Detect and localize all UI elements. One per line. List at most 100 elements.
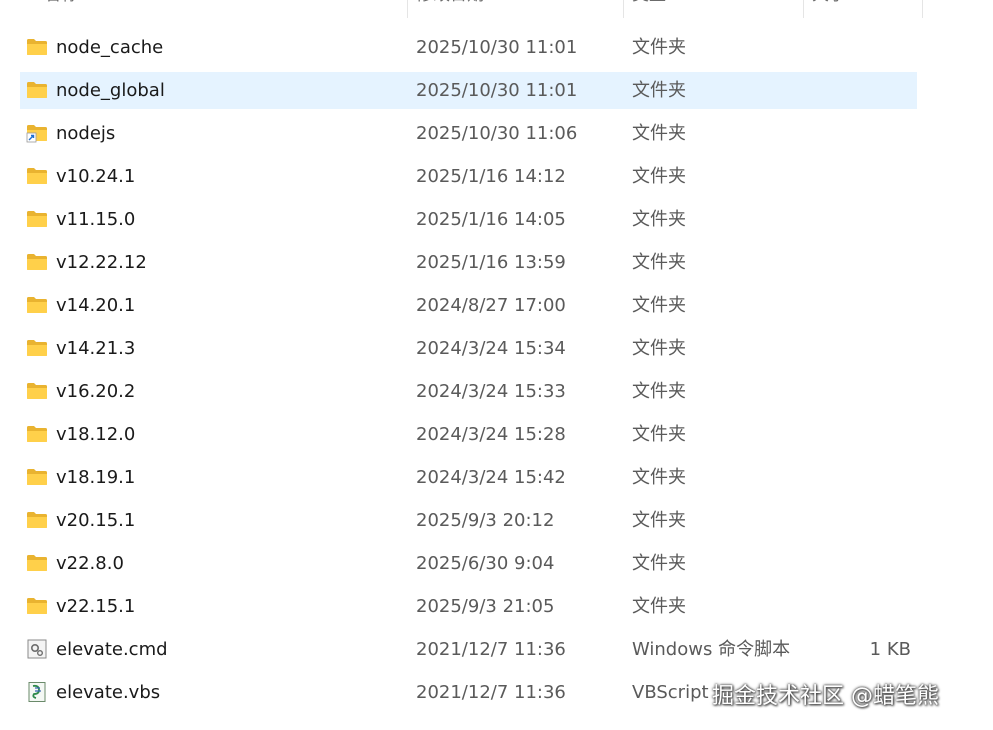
- file-type: 文件夹: [632, 338, 686, 359]
- file-name: elevate.vbs: [56, 682, 161, 703]
- file-size: [820, 284, 911, 327]
- file-size: [820, 155, 911, 198]
- file-modified-date: 2021/12/7 11:36: [416, 639, 566, 660]
- folder-icon: [26, 295, 48, 315]
- file-type: 文件夹: [632, 381, 686, 402]
- file-explorer-view: 名称 修改日期 类型 大小 node_cache 2025/10/30 11:01…: [0, 0, 993, 730]
- file-row[interactable]: v12.22.12 2025/1/16 13:59 文件夹: [0, 241, 993, 284]
- file-size: [820, 585, 911, 628]
- file-type: 文件夹: [632, 295, 686, 316]
- file-row[interactable]: v10.24.1 2025/1/16 14:12 文件夹: [0, 155, 993, 198]
- file-modified-date: 2025/1/16 13:59: [416, 252, 566, 273]
- column-divider[interactable]: [623, 0, 624, 18]
- file-row[interactable]: v20.15.1 2025/9/3 20:12 文件夹: [0, 499, 993, 542]
- file-name: v12.22.12: [56, 252, 147, 273]
- file-type: 文件夹: [632, 80, 686, 101]
- file-type: 文件夹: [632, 123, 686, 144]
- file-modified-date: 2024/3/24 15:33: [416, 381, 566, 402]
- file-name: v11.15.0: [56, 209, 136, 230]
- folder-icon: [26, 338, 48, 358]
- file-size: [820, 499, 911, 542]
- file-size: [820, 456, 911, 499]
- file-name: v18.19.1: [56, 467, 136, 488]
- file-size: 1 KB: [869, 639, 911, 660]
- file-row[interactable]: elevate.cmd 2021/12/7 11:36 Windows 命令脚本 1 …: [0, 628, 993, 671]
- file-row[interactable]: v18.12.0 2024/3/24 15:28 文件夹: [0, 413, 993, 456]
- file-name: elevate.cmd: [56, 639, 168, 660]
- file-type: VBScript: [632, 682, 709, 703]
- file-size: [820, 69, 911, 112]
- file-row[interactable]: v11.15.0 2025/1/16 14:05 文件夹: [0, 198, 993, 241]
- file-name: nodejs: [56, 123, 116, 144]
- file-list: node_cache 2025/10/30 11:01 文件夹 node_global…: [0, 26, 993, 714]
- column-header-type[interactable]: 类型: [632, 0, 666, 18]
- folder-icon: [26, 424, 48, 444]
- file-name: v22.15.1: [56, 596, 136, 617]
- file-type: 文件夹: [632, 553, 686, 574]
- watermark: 掘金技术社区 @蜡笔熊: [712, 684, 939, 709]
- file-name: v16.20.2: [56, 381, 136, 402]
- file-type: 文件夹: [632, 37, 686, 58]
- file-type: 文件夹: [632, 467, 686, 488]
- folder-icon: [26, 166, 48, 186]
- file-row[interactable]: v14.20.1 2024/8/27 17:00 文件夹: [0, 284, 993, 327]
- file-modified-date: 2025/6/30 9:04: [416, 553, 555, 574]
- folder-icon: [26, 596, 48, 616]
- file-row[interactable]: v22.8.0 2025/6/30 9:04 文件夹: [0, 542, 993, 585]
- file-size: [820, 370, 911, 413]
- file-row[interactable]: v14.21.3 2024/3/24 15:34 文件夹: [0, 327, 993, 370]
- column-header-name[interactable]: 名称: [44, 0, 78, 18]
- file-size: [820, 26, 911, 69]
- column-header-bar: 名称 修改日期 类型 大小: [0, 0, 993, 18]
- file-type: 文件夹: [632, 424, 686, 445]
- file-size: [820, 327, 911, 370]
- file-row[interactable]: node_global 2025/10/30 11:01 文件夹: [0, 69, 993, 112]
- file-modified-date: 2025/1/16 14:05: [416, 209, 566, 230]
- file-name: node_cache: [56, 37, 164, 58]
- file-size: [820, 112, 911, 155]
- file-modified-date: 2024/3/24 15:34: [416, 338, 566, 359]
- file-row[interactable]: node_cache 2025/10/30 11:01 文件夹: [0, 26, 993, 69]
- file-type: 文件夹: [632, 252, 686, 273]
- column-header-date[interactable]: 修改日期: [416, 0, 484, 18]
- file-type: Windows 命令脚本: [632, 639, 791, 660]
- column-divider[interactable]: [803, 0, 804, 18]
- file-modified-date: 2021/12/7 11:36: [416, 682, 566, 703]
- file-modified-date: 2025/9/3 20:12: [416, 510, 555, 531]
- file-row[interactable]: nodejs 2025/10/30 11:06 文件夹: [0, 112, 993, 155]
- folder-icon: [26, 37, 48, 57]
- file-modified-date: 2025/10/30 11:01: [416, 37, 578, 58]
- file-row[interactable]: v22.15.1 2025/9/3 21:05 文件夹: [0, 585, 993, 628]
- file-name: v10.24.1: [56, 166, 136, 187]
- folder-icon: [26, 510, 48, 530]
- file-modified-date: 2025/1/16 14:12: [416, 166, 566, 187]
- column-divider[interactable]: [922, 0, 923, 18]
- folder-icon: [26, 252, 48, 272]
- file-size: [820, 542, 911, 585]
- column-header-size[interactable]: 大小: [812, 0, 846, 18]
- folder-icon: [26, 467, 48, 487]
- file-name: v22.8.0: [56, 553, 124, 574]
- file-type: 文件夹: [632, 510, 686, 531]
- file-type: 文件夹: [632, 166, 686, 187]
- cmd-file-icon: [26, 639, 48, 659]
- shortcut-folder-icon: [26, 123, 48, 143]
- file-modified-date: 2025/10/30 11:01: [416, 80, 578, 101]
- file-modified-date: 2025/9/3 21:05: [416, 596, 555, 617]
- file-modified-date: 2025/10/30 11:06: [416, 123, 578, 144]
- file-name: v14.21.3: [56, 338, 136, 359]
- file-modified-date: 2024/8/27 17:00: [416, 295, 566, 316]
- vbs-file-icon: [26, 682, 48, 702]
- file-type: 文件夹: [632, 596, 686, 617]
- file-row[interactable]: v18.19.1 2024/3/24 15:42 文件夹: [0, 456, 993, 499]
- folder-icon: [26, 553, 48, 573]
- file-type: 文件夹: [632, 209, 686, 230]
- file-size: [820, 198, 911, 241]
- file-modified-date: 2024/3/24 15:28: [416, 424, 566, 445]
- file-name: v14.20.1: [56, 295, 136, 316]
- file-modified-date: 2024/3/24 15:42: [416, 467, 566, 488]
- file-row[interactable]: v16.20.2 2024/3/24 15:33 文件夹: [0, 370, 993, 413]
- file-name: v18.12.0: [56, 424, 136, 445]
- file-name: v20.15.1: [56, 510, 136, 531]
- column-divider[interactable]: [407, 0, 408, 18]
